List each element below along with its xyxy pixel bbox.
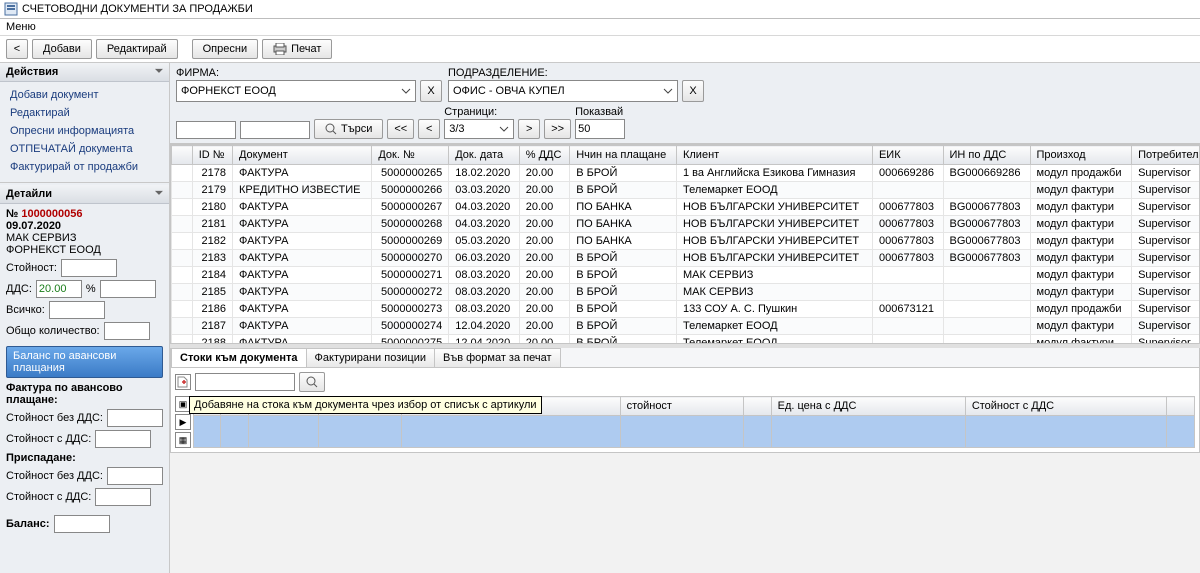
col-header[interactable]: Док. дата [449,146,520,165]
col-header[interactable]: % ДДС [519,146,569,165]
pages-select[interactable]: 3/3 [444,119,514,139]
tab-print-format[interactable]: Във формат за печат [434,348,561,367]
item-col-header[interactable]: стойност [620,397,744,416]
menu-item-menu[interactable]: Меню [6,21,36,33]
col-header[interactable]: ИН по ДДС [943,146,1030,165]
item-col-header[interactable]: Стойност с ДДС [965,397,1167,416]
table-row[interactable]: 2184ФАКТУРА500000027108.03.202020.00В БР… [172,267,1200,284]
vat-input[interactable] [36,280,82,298]
details-panel: № 1000000056 09.07.2020 МАК СЕРВИЗ ФОРНЕ… [0,204,169,537]
filter-input-1[interactable] [176,121,236,139]
window-title: СЧЕТОВОДНИ ДОКУМЕНТИ ЗА ПРОДАЖБИ [22,3,253,15]
item-col-header[interactable]: Ед. цена с ДДС [771,397,965,416]
ded-withvat-input[interactable] [95,488,151,506]
window-titlebar: СЧЕТОВОДНИ ДОКУМЕНТИ ЗА ПРОДАЖБИ [0,0,1200,19]
filters-panel: ФИРМА: ФОРНЕКСТ ЕООД X ПОДРАЗДЕЛЕНИЕ: ОФ… [170,63,1200,144]
item-search-button[interactable] [299,372,325,392]
value-input[interactable] [61,259,117,277]
col-header[interactable]: Потребител [1132,146,1200,165]
add-button[interactable]: Добави [32,39,92,59]
table-row[interactable]: 2179КРЕДИТНО ИЗВЕСТИЕ500000026603.03.202… [172,182,1200,199]
table-row[interactable]: 2186ФАКТУРА500000027308.03.202020.00В БР… [172,301,1200,318]
adv-novat-input[interactable] [107,409,163,427]
app-icon [4,2,18,16]
add-item-tooltip: Добавяне на стока към документа чрез изб… [189,396,542,414]
last-page-button[interactable]: >> [544,119,571,139]
chevron-down-icon [401,86,411,96]
action-item-0[interactable]: Добави документ [0,86,169,104]
doc-firm: ФОРНЕКСТ ЕООД [6,244,163,256]
vat-amount-input[interactable] [100,280,156,298]
prev-page-button[interactable]: < [418,119,440,139]
print-button[interactable]: Печат [262,39,332,59]
advance-balance-button[interactable]: Баланс по авансови плащания [6,346,163,378]
details-header: Детайли⏷ [0,185,169,204]
search-icon [306,376,318,388]
action-item-4[interactable]: Фактурирай от продажби [0,158,169,176]
tabs-container: Стоки към документа Фактурирани позиции … [170,348,1200,453]
left-sidebar: Действия⏷ Добави документРедактирайОпрес… [0,63,170,573]
search-icon [325,123,337,135]
table-row[interactable]: 2181ФАКТУРА500000026804.03.202020.00ПО Б… [172,216,1200,233]
col-header[interactable]: ЕИК [872,146,943,165]
collapse-icon[interactable]: ⏷ [155,66,163,78]
collapse-icon[interactable]: ⏷ [155,188,163,200]
col-header[interactable]: ID № [192,146,232,165]
action-item-2[interactable]: Опресни информацията [0,122,169,140]
table-row[interactable]: 2183ФАКТУРА500000027006.03.202020.00В БР… [172,250,1200,267]
col-header[interactable]: Нчин на плащане [570,146,677,165]
actions-header: Действия⏷ [0,63,169,82]
main-toolbar: < Добави Редактирай Опресни Печат [0,36,1200,63]
first-page-button[interactable]: << [387,119,414,139]
doc-number: 1000000056 [21,208,82,220]
filter-input-2[interactable] [240,121,310,139]
item-row[interactable] [194,416,1195,448]
chevron-down-icon [499,124,509,134]
col-header[interactable]: Документ [232,146,371,165]
qty-input[interactable] [104,322,150,340]
add-item-icon[interactable] [175,374,191,390]
refresh-button[interactable]: Опресни [192,39,258,59]
table-row[interactable]: 2188ФАКТУРА500000027512.04.202020.00В БР… [172,335,1200,345]
table-row[interactable]: 2180ФАКТУРА500000026704.03.202020.00ПО Б… [172,199,1200,216]
item-search-input[interactable] [195,373,295,391]
balance-input[interactable] [54,515,110,533]
next-page-button[interactable]: > [518,119,540,139]
doc-date: 09.07.2020 [6,220,61,232]
division-select[interactable]: ОФИС - ОВЧА КУПЕЛ [448,80,678,102]
col-header[interactable]: Произход [1030,146,1132,165]
firm-clear-button[interactable]: X [420,80,442,102]
grid-row-icon-2[interactable]: ▶ [175,414,191,430]
menu-bar: Меню [0,19,1200,36]
col-header[interactable]: Док. № [372,146,449,165]
table-row[interactable]: 2182ФАКТУРА500000026905.03.202020.00ПО Б… [172,233,1200,250]
firm-select[interactable]: ФОРНЕКСТ ЕООД [176,80,416,102]
col-header[interactable]: Клиент [676,146,872,165]
grid-row-icon-3[interactable]: ▦ [175,432,191,448]
total-input[interactable] [49,301,105,319]
item-col-header[interactable] [744,397,771,416]
action-item-3[interactable]: ОТПЕЧАТАЙ документа [0,140,169,158]
table-row[interactable]: 2178ФАКТУРА500000026518.02.202020.00В БР… [172,165,1200,182]
documents-grid[interactable]: ID №ДокументДок. №Док. дата% ДДСНчин на … [170,144,1200,344]
table-row[interactable]: 2187ФАКТУРА500000027412.04.202020.00В БР… [172,318,1200,335]
adv-withvat-input[interactable] [95,430,151,448]
tab-items[interactable]: Стоки към документа [171,348,307,367]
item-col-header[interactable] [1167,397,1195,416]
chevron-down-icon [663,86,673,96]
printer-icon [273,43,287,55]
tab-invoiced[interactable]: Фактурирани позиции [306,348,435,367]
doc-client: МАК СЕРВИЗ [6,232,163,244]
ded-novat-input[interactable] [107,467,163,485]
col-header[interactable] [172,146,193,165]
back-button[interactable]: < [6,39,28,59]
action-item-1[interactable]: Редактирай [0,104,169,122]
table-row[interactable]: 2185ФАКТУРА500000027208.03.202020.00В БР… [172,284,1200,301]
search-button[interactable]: Търси [314,119,383,139]
show-count-input[interactable] [575,119,625,139]
division-clear-button[interactable]: X [682,80,704,102]
edit-button[interactable]: Редактирай [96,39,178,59]
